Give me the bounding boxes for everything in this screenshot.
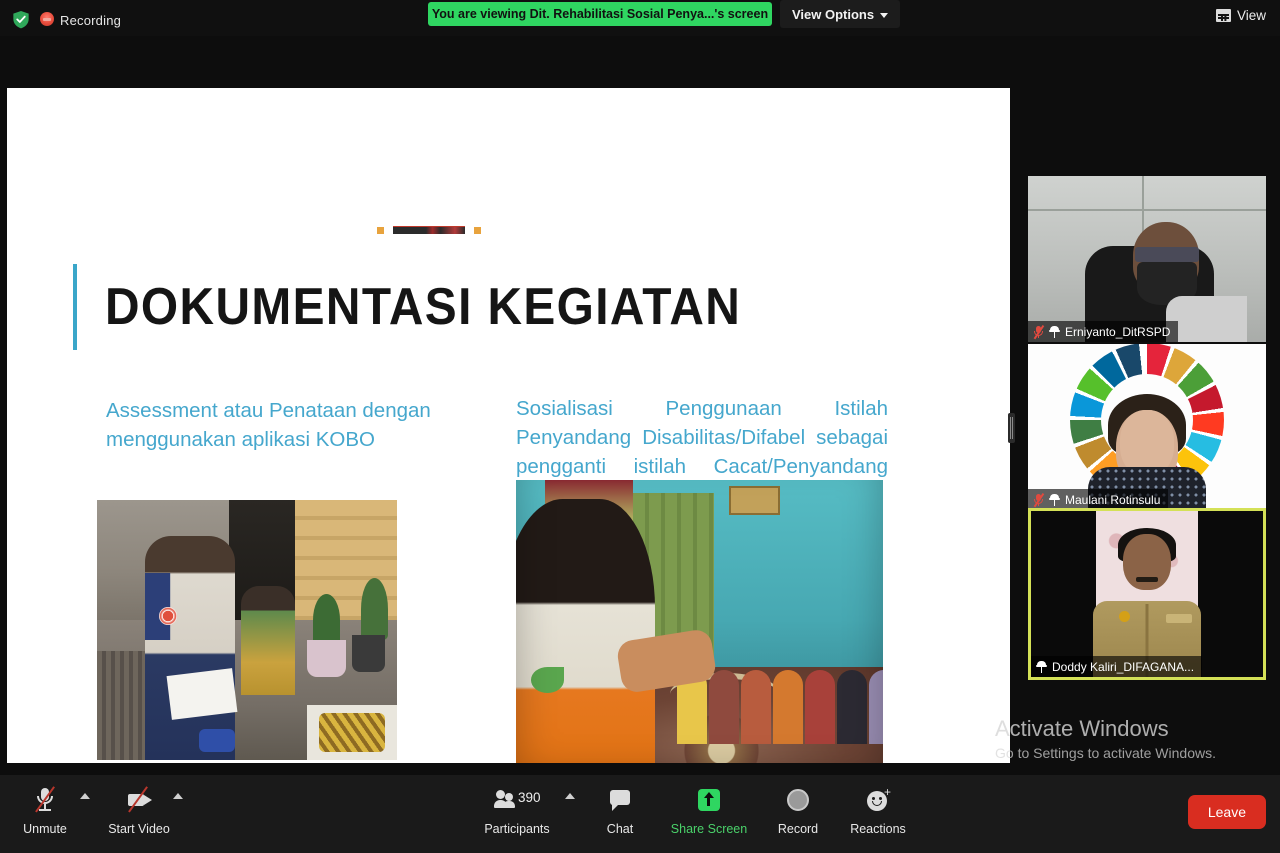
reactions-label: Reactions [850, 822, 906, 836]
slide-decoration [377, 226, 481, 234]
share-screen-icon [694, 785, 724, 815]
chat-bubble-icon [605, 785, 635, 815]
participant-nameplate: Erniyanto_DitRSPD [1028, 321, 1179, 342]
participant-video-erniyanto [1028, 176, 1266, 342]
audio-options-chevron-icon[interactable] [80, 793, 90, 799]
recording-label: Recording [60, 13, 122, 28]
reactions-button[interactable]: + Reactions [841, 785, 915, 836]
slide-title-block: DOKUMENTASI KEGIATAN [73, 264, 797, 350]
watermark-title: Activate Windows [995, 716, 1169, 741]
participant-name: Erniyanto_DitRSPD [1065, 324, 1171, 339]
pin-icon [1036, 660, 1047, 674]
chat-label: Chat [606, 822, 634, 836]
title-accent-rule [73, 264, 77, 350]
shared-screen-content[interactable]: DOKUMENTASI KEGIATAN Assessment atau Pen… [7, 88, 1010, 763]
start-video-button[interactable]: Start Video [102, 785, 176, 836]
view-options-label: View Options [792, 6, 875, 22]
pin-icon [1049, 325, 1060, 339]
decor-square-left-icon [377, 226, 384, 234]
pin-icon [1049, 493, 1060, 507]
chat-button[interactable]: Chat [583, 785, 657, 836]
grid-view-icon [1215, 9, 1231, 22]
view-options-button[interactable]: View Options [780, 0, 901, 28]
encryption-shield-icon[interactable] [12, 10, 30, 29]
smiley-reactions-icon: + [863, 785, 893, 815]
participant-nameplate: Doddy Kaliri_DIFAGANA... [1031, 656, 1203, 677]
chevron-down-icon [880, 12, 889, 18]
slide-title: DOKUMENTASI KEGIATAN [105, 278, 742, 336]
people-icon: 390 [494, 785, 541, 815]
view-button-label: View [1236, 8, 1266, 23]
share-screen-label: Share Screen [670, 822, 748, 836]
video-options-chevron-icon[interactable] [173, 793, 183, 799]
record-circle-icon [783, 785, 813, 815]
participants-label: Participants [484, 822, 550, 836]
mic-muted-icon [1033, 492, 1044, 507]
participant-video-doddy [1031, 511, 1263, 677]
participant-name: Maulani Rotinsulu [1065, 492, 1161, 507]
participant-name: Doddy Kaliri_DIFAGANA... [1052, 659, 1195, 674]
participant-tile-doddy[interactable]: Doddy Kaliri_DIFAGANA... [1028, 508, 1266, 680]
share-resize-handle[interactable] [1008, 413, 1015, 443]
share-screen-button[interactable]: Share Screen [670, 785, 748, 836]
photo-socialization-session [516, 480, 883, 763]
microphone-muted-icon [30, 785, 60, 815]
viewing-screen-notice: You are viewing Dit. Rehabilitasi Sosial… [428, 2, 772, 26]
participant-tile-maulani[interactable]: Maulani Rotinsulu [1028, 344, 1266, 510]
record-button[interactable]: Record [761, 785, 835, 836]
caption-left: Assessment atau Penataan dengan mengguna… [106, 399, 431, 452]
start-video-label: Start Video [108, 822, 170, 836]
photo-assessment-kobo [97, 500, 397, 760]
decor-square-right-icon [474, 226, 481, 234]
participant-nameplate: Maulani Rotinsulu [1028, 489, 1169, 510]
unmute-label: Unmute [23, 822, 67, 836]
unmute-button[interactable]: Unmute [8, 785, 82, 836]
meeting-top-bar: Recording You are viewing Dit. Rehabilit… [0, 0, 1280, 36]
view-layout-button[interactable]: View [1215, 8, 1266, 23]
recording-dot-icon [40, 12, 54, 26]
meeting-controls-toolbar: Unmute Start Video 390 Participants Chat [0, 775, 1280, 853]
leave-button[interactable]: Leave [1187, 795, 1266, 829]
record-label: Record [777, 822, 819, 836]
watermark-subtitle: Go to Settings to activate Windows. [995, 745, 1216, 761]
camera-off-icon [124, 785, 154, 815]
viewing-screen-text: You are viewing Dit. Rehabilitasi Sosial… [431, 7, 769, 21]
participants-chevron-icon[interactable] [565, 793, 575, 799]
zoom-meeting-window: Recording You are viewing Dit. Rehabilit… [0, 0, 1280, 853]
participant-tile-erniyanto[interactable]: Erniyanto_DitRSPD [1028, 176, 1266, 342]
windows-activation-watermark: Activate Windows Go to Settings to activ… [995, 716, 1216, 761]
participants-button[interactable]: 390 Participants [478, 785, 556, 836]
decor-bar-icon [393, 226, 465, 234]
participants-count: 390 [518, 790, 541, 805]
mic-muted-icon [1033, 324, 1044, 339]
participant-video-maulani [1028, 344, 1266, 510]
